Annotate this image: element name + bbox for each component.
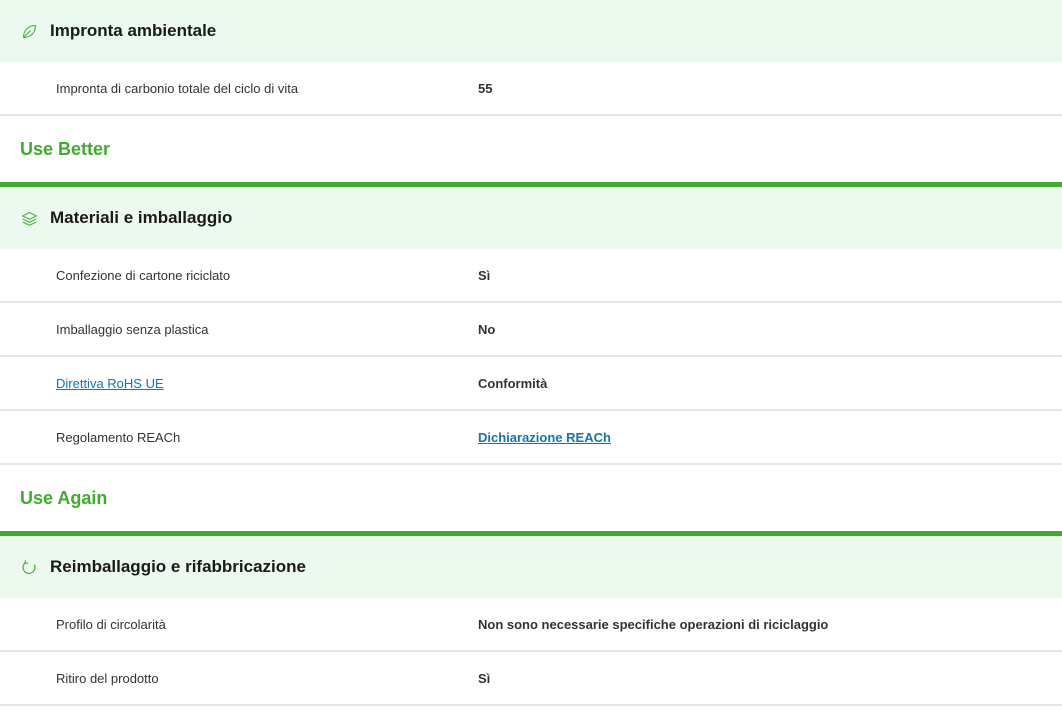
table-row: Impronta di carbonio totale del ciclo di… [0, 62, 1062, 116]
leaf-icon [20, 22, 38, 40]
row-value: Conformità [478, 375, 548, 391]
section-header: Materiali e imballaggio [0, 187, 1062, 249]
table-row: Regolamento REACh Dichiarazione REACh [0, 411, 1062, 465]
reach-declaration-link[interactable]: Dichiarazione REACh [478, 430, 611, 445]
row-value: No [478, 321, 496, 337]
section-title: Reimballaggio e rifabbricazione [50, 557, 307, 576]
table-row: Confezione di cartone riciclato Sì [0, 249, 1062, 303]
row-value: 55 [478, 80, 493, 96]
row-label: Confezione di cartone riciclato [56, 267, 231, 283]
row-label: Regolamento REACh [56, 429, 181, 445]
section-reimballaggio: Reimballaggio e rifabbricazione Profilo … [0, 536, 1062, 706]
section-title: Materiali e imballaggio [50, 208, 233, 227]
table-row: Ritiro del prodotto Sì [0, 652, 1062, 706]
section-header: Impronta ambientale [0, 0, 1062, 62]
group-title-use-again: Use Again [0, 465, 1062, 536]
row-label: Ritiro del prodotto [56, 670, 159, 686]
section-materiali-imballaggio: Materiali e imballaggio Confezione di ca… [0, 187, 1062, 465]
table-row: Profilo di circolarità Non sono necessar… [0, 598, 1062, 652]
section-title: Impronta ambientale [50, 21, 217, 40]
row-label: Imballaggio senza plastica [56, 321, 209, 337]
table-row: Imballaggio senza plastica No [0, 303, 1062, 357]
table-row: Direttiva RoHS UE Conformità [0, 357, 1062, 411]
row-value: Sì [478, 267, 491, 283]
row-value: Sì [478, 670, 491, 686]
rohs-directive-link[interactable]: Direttiva RoHS UE [56, 376, 164, 391]
section-header: Reimballaggio e rifabbricazione [0, 536, 1062, 598]
row-label: Impronta di carbonio totale del ciclo di… [56, 80, 299, 96]
row-value-cell: Dichiarazione REACh [478, 430, 611, 445]
layers-icon [20, 209, 38, 227]
group-title-use-better: Use Better [0, 116, 1062, 187]
row-value: Non sono necessarie specifiche operazion… [478, 616, 829, 632]
row-label-cell: Direttiva RoHS UE [0, 376, 478, 391]
row-label: Profilo di circolarità [56, 616, 166, 632]
section-impronta-ambientale: Impronta ambientale Impronta di carbonio… [0, 0, 1062, 116]
refresh-icon [20, 558, 38, 576]
